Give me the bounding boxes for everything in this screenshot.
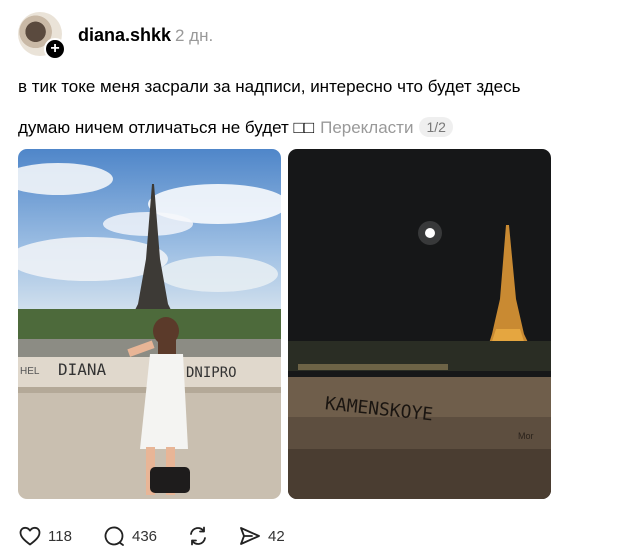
- repost-icon: [190, 526, 206, 546]
- photo-eiffel-day[interactable]: HEL DIANA DNIPRO: [18, 149, 281, 499]
- graffiti-diana: DIANA: [58, 360, 107, 379]
- post-text-line-2-content: думаю ничем отличаться не будет □□: [18, 118, 315, 137]
- post-text-line-1: в тик токе меня засрали за надписи, инте…: [18, 77, 521, 96]
- graffiti-small-2: Mor: [518, 431, 534, 441]
- heart-icon: [19, 526, 41, 546]
- plus-icon[interactable]: +: [44, 38, 66, 60]
- graffiti-small: HEL: [20, 366, 40, 377]
- post-timestamp: 2 дн.: [175, 26, 214, 45]
- share-count: 42: [268, 527, 285, 545]
- photo-eiffel-night[interactable]: KAMENSKOYE Mor: [288, 149, 551, 499]
- comment-count: 436: [132, 527, 158, 545]
- photo-eiffel-night-image: KAMENSKOYE Mor: [288, 149, 551, 499]
- comment-icon: [104, 526, 124, 546]
- translate-link[interactable]: Перекласти: [320, 118, 413, 137]
- like-button[interactable]: 118: [18, 524, 72, 548]
- share-button[interactable]: 42: [238, 524, 285, 548]
- username[interactable]: diana.shkk: [78, 25, 171, 46]
- post-actions: 118 436 42: [18, 524, 318, 550]
- post-text-line-2: думаю ничем отличаться не будет □□ Перекл…: [18, 117, 453, 138]
- like-count: 118: [48, 527, 72, 545]
- page-indicator: 1/2: [419, 117, 453, 137]
- post-header: + diana.shkk 2 дн.: [18, 12, 608, 60]
- graffiti-dnipro: DNIPRO: [186, 365, 237, 381]
- comment-button[interactable]: 436: [102, 524, 157, 548]
- photo-eiffel-day-image: HEL DIANA DNIPRO: [18, 149, 281, 499]
- repost-button[interactable]: [186, 524, 210, 548]
- avatar[interactable]: +: [18, 12, 66, 60]
- send-icon: [240, 527, 260, 545]
